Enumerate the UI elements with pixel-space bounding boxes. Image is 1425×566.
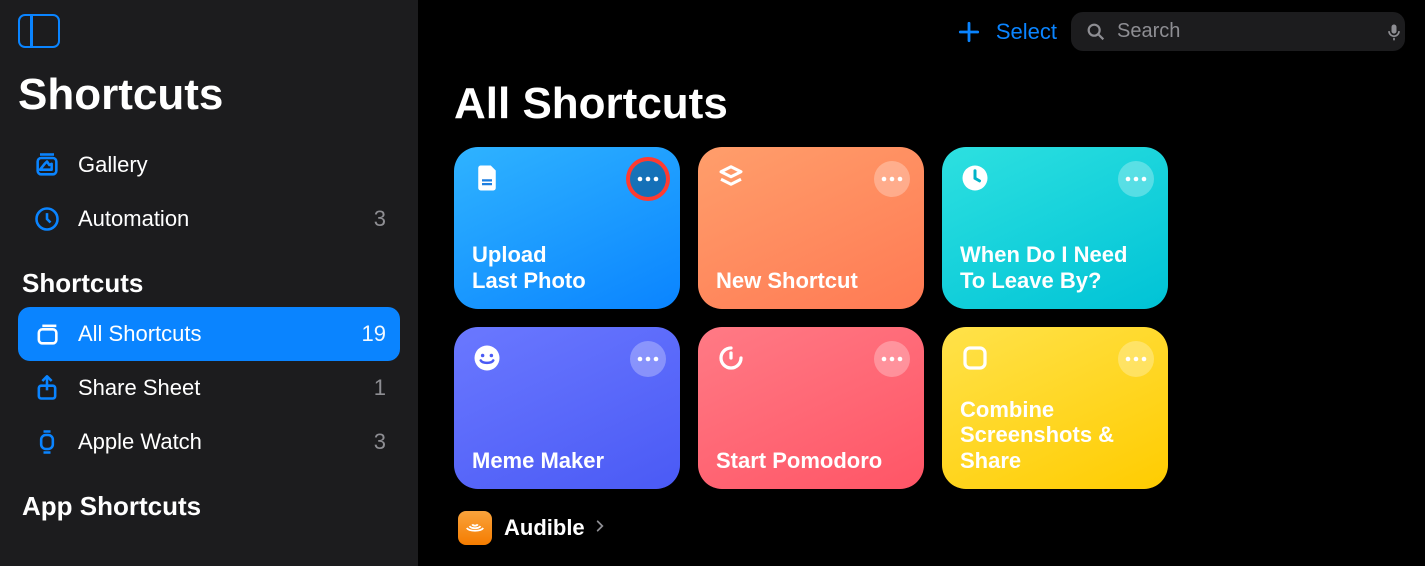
sidebar-item-label: Apple Watch (78, 429, 374, 455)
shortcut-card[interactable]: New Shortcut (698, 147, 924, 309)
sidebar-item-gallery[interactable]: Gallery (18, 138, 400, 192)
clock-icon (960, 163, 990, 193)
sidebar-item-count: 19 (362, 321, 386, 347)
audible-icon (458, 511, 492, 545)
card-more-button[interactable] (630, 341, 666, 377)
topbar: Select (418, 0, 1425, 55)
shortcut-card[interactable]: When Do I Need To Leave By? (942, 147, 1168, 309)
sidebar-toggle-icon[interactable] (18, 14, 60, 48)
card-title: Meme Maker (472, 448, 662, 473)
card-title: Start Pomodoro (716, 448, 906, 473)
select-button[interactable]: Select (996, 19, 1057, 45)
shortcuts-grid: Upload Last Photo New Shortcut When Do I N… (454, 147, 1407, 489)
card-title: Upload Last Photo (472, 242, 662, 293)
sidebar-item-count: 3 (374, 429, 386, 455)
sidebar: Shortcuts Gallery Automation 3 Shortcuts… (0, 0, 418, 566)
share-icon (32, 373, 62, 403)
automation-icon (32, 204, 62, 234)
sidebar-item-count: 3 (374, 206, 386, 232)
sidebar-item-label: Share Sheet (78, 375, 374, 401)
chevron-right-icon (593, 517, 607, 540)
app-section-audible[interactable]: Audible (458, 511, 1425, 545)
shortcut-card[interactable]: Start Pomodoro (698, 327, 924, 489)
watch-icon (32, 427, 62, 457)
card-more-button[interactable] (1118, 341, 1154, 377)
card-title: New Shortcut (716, 268, 906, 293)
sidebar-section-shortcuts: Shortcuts (22, 268, 396, 299)
sidebar-item-all-shortcuts[interactable]: All Shortcuts 19 (18, 307, 400, 361)
card-title: Combine Screenshots & Share (960, 397, 1150, 473)
mic-icon[interactable] (1384, 22, 1404, 42)
page-title: All Shortcuts (454, 79, 1425, 129)
search-input[interactable] (1115, 19, 1384, 44)
sidebar-section-app-shortcuts: App Shortcuts (22, 491, 396, 522)
add-shortcut-button[interactable] (956, 19, 982, 45)
sidebar-item-automation[interactable]: Automation 3 (18, 192, 400, 246)
search-field[interactable] (1071, 12, 1405, 51)
sidebar-item-label: Gallery (78, 152, 386, 178)
gallery-icon (32, 150, 62, 180)
shortcut-card[interactable]: Meme Maker (454, 327, 680, 489)
main: Select All Shortcuts Upload Last Photo Ne… (418, 0, 1425, 566)
search-icon (1085, 21, 1107, 43)
sidebar-item-share-sheet[interactable]: Share Sheet 1 (18, 361, 400, 415)
sidebar-item-apple-watch[interactable]: Apple Watch 3 (18, 415, 400, 469)
timer-icon (716, 343, 746, 373)
sidebar-item-label: Automation (78, 206, 374, 232)
sidebar-item-label: All Shortcuts (78, 321, 362, 347)
shortcut-card[interactable]: Upload Last Photo (454, 147, 680, 309)
card-title: When Do I Need To Leave By? (960, 242, 1150, 293)
square-icon (960, 343, 990, 373)
card-more-button[interactable] (874, 161, 910, 197)
smile-icon (472, 343, 502, 373)
stack-icon (32, 319, 62, 349)
document-icon (472, 163, 502, 193)
card-more-button[interactable] (1118, 161, 1154, 197)
stack-icon (716, 163, 746, 193)
card-more-button[interactable] (874, 341, 910, 377)
app-section-label: Audible (504, 515, 585, 541)
shortcut-card[interactable]: Combine Screenshots & Share (942, 327, 1168, 489)
sidebar-item-count: 1 (374, 375, 386, 401)
app-title: Shortcuts (18, 70, 400, 120)
card-more-button[interactable] (630, 161, 666, 197)
